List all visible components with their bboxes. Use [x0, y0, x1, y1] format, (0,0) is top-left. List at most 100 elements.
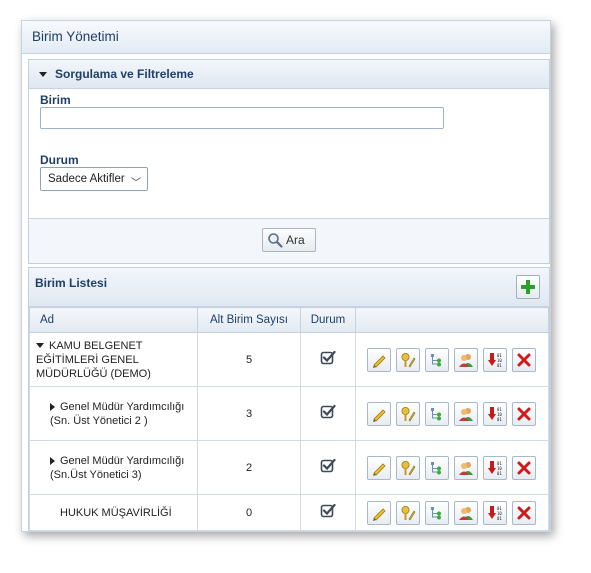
- edit-button[interactable]: [367, 455, 391, 480]
- edit-button[interactable]: [367, 500, 391, 525]
- delete-icon: [517, 506, 531, 519]
- edit-icon: [373, 462, 386, 476]
- column-alt-birim[interactable]: Alt Birim Sayısı: [197, 307, 301, 333]
- birim-label: Birim: [40, 93, 71, 107]
- chevron-down-icon: ﹀: [131, 178, 141, 189]
- actions-cell: 01 10 01: [355, 440, 549, 495]
- table-header-row: Ad Alt Birim Sayısı Durum: [29, 307, 549, 333]
- table-row: Genel Müdür Yardımcılığı (Sn. Üst Yöneti…: [29, 386, 549, 441]
- actions-cell: 01 10 01: [355, 386, 549, 441]
- expand-icon[interactable]: [50, 456, 55, 465]
- import-button[interactable]: 01 10 01: [483, 455, 507, 480]
- hierarchy-button[interactable]: [425, 401, 449, 426]
- svg-text:01: 01: [497, 516, 502, 521]
- delete-icon: [517, 461, 531, 474]
- collapse-icon[interactable]: [36, 343, 44, 349]
- status-cell: [300, 440, 356, 495]
- users-button[interactable]: [454, 347, 478, 372]
- table-row: KAMU BELGENET EĞİTİMLERİ GENEL MÜDÜRLÜĞÜ…: [29, 332, 549, 387]
- search-button-label: Ara: [286, 233, 305, 247]
- unit-list-title: Birim Listesi: [35, 276, 108, 290]
- unit-table: Ad Alt Birim Sayısı Durum KAMU BELGENET …: [29, 307, 549, 531]
- add-icon: [521, 280, 535, 294]
- users-icon: [459, 461, 473, 475]
- sub-unit-count: 3: [197, 386, 301, 441]
- status-cell: [300, 494, 356, 531]
- delete-button[interactable]: [512, 347, 536, 372]
- table-row: Genel Müdür Yardımcılığı (Sn.Üst Yönetic…: [29, 440, 549, 495]
- delete-button[interactable]: [512, 401, 536, 426]
- tree-icon: [431, 506, 441, 519]
- delete-icon: [517, 353, 531, 366]
- unit-name: KAMU BELGENET EĞİTİMLERİ GENEL MÜDÜRLÜĞÜ…: [36, 339, 151, 380]
- key-icon: [401, 352, 416, 367]
- durum-select-value: Sadece Aktifler: [48, 173, 125, 185]
- delete-button[interactable]: [512, 455, 536, 480]
- edit-icon: [373, 408, 386, 422]
- hierarchy-button[interactable]: [425, 347, 449, 372]
- search-icon: [268, 233, 283, 248]
- permissions-button[interactable]: [396, 455, 420, 480]
- import-icon: 01 10 01: [488, 352, 502, 368]
- import-icon: 01 10 01: [488, 406, 502, 422]
- import-icon: 01 10 01: [488, 460, 502, 476]
- tree-icon: [431, 461, 441, 474]
- tree-icon: [431, 407, 441, 420]
- edit-button[interactable]: [367, 347, 391, 372]
- users-button[interactable]: [454, 500, 478, 525]
- hierarchy-button[interactable]: [425, 455, 449, 480]
- users-button[interactable]: [454, 455, 478, 480]
- status-cell: [300, 386, 356, 441]
- filter-button-bar: Ara: [29, 218, 549, 263]
- hierarchy-button[interactable]: [425, 500, 449, 525]
- column-ad[interactable]: Ad: [29, 307, 198, 333]
- unit-name: HUKUK MÜŞAVİRLİĞİ: [60, 506, 172, 519]
- column-actions: [355, 307, 549, 333]
- key-icon: [401, 406, 416, 421]
- tree-icon: [431, 353, 441, 366]
- add-unit-button[interactable]: [516, 275, 540, 299]
- birim-input[interactable]: [40, 107, 444, 129]
- unit-name-cell: HUKUK MÜŞAVİRLİĞİ: [29, 494, 198, 531]
- users-icon: [459, 506, 473, 520]
- unit-list-header: Birim Listesi: [29, 268, 549, 307]
- import-button[interactable]: 01 10 01: [483, 347, 507, 372]
- permissions-button[interactable]: [396, 401, 420, 426]
- unit-name: Genel Müdür Yardımcılığı (Sn. Üst Yöneti…: [50, 400, 185, 427]
- check-icon: [320, 503, 336, 518]
- check-icon: [320, 350, 336, 365]
- actions-cell: 01 10 01: [355, 332, 549, 387]
- check-icon: [320, 404, 336, 419]
- filter-panel-title: Sorgulama ve Filtreleme: [55, 67, 194, 81]
- sub-unit-count: 5: [197, 332, 301, 387]
- delete-button[interactable]: [512, 500, 536, 525]
- unit-name-cell: Genel Müdür Yardımcılığı (Sn.Üst Yönetic…: [29, 440, 198, 495]
- edit-icon: [373, 354, 386, 368]
- sub-unit-count: 2: [197, 440, 301, 495]
- unit-name-cell: KAMU BELGENET EĞİTİMLERİ GENEL MÜDÜRLÜĞÜ…: [29, 332, 198, 387]
- column-durum[interactable]: Durum: [300, 307, 356, 333]
- key-icon: [401, 460, 416, 475]
- import-button[interactable]: 01 10 01: [483, 500, 507, 525]
- permissions-button[interactable]: [396, 347, 420, 372]
- unit-management-window: Birim Yönetimi Sorgulama ve Filtreleme B…: [21, 20, 551, 532]
- users-button[interactable]: [454, 401, 478, 426]
- svg-text:01: 01: [497, 471, 502, 476]
- search-button[interactable]: Ara: [262, 228, 316, 252]
- page-title: Birim Yönetimi: [22, 21, 550, 54]
- svg-text:01: 01: [497, 417, 502, 422]
- delete-icon: [517, 407, 531, 420]
- users-icon: [459, 353, 473, 367]
- durum-select[interactable]: Sadece Aktifler ﹀: [40, 167, 148, 191]
- import-button[interactable]: 01 10 01: [483, 401, 507, 426]
- table-row: HUKUK MÜŞAVİRLİĞİ 0 01 10 01: [29, 494, 549, 531]
- svg-text:01: 01: [497, 363, 502, 368]
- permissions-button[interactable]: [396, 500, 420, 525]
- tri-down-icon: [39, 72, 47, 78]
- filter-panel-header[interactable]: Sorgulama ve Filtreleme: [29, 60, 549, 89]
- users-icon: [459, 407, 473, 421]
- edit-button[interactable]: [367, 401, 391, 426]
- expand-icon[interactable]: [50, 402, 55, 411]
- key-icon: [401, 505, 416, 520]
- durum-label: Durum: [40, 153, 79, 167]
